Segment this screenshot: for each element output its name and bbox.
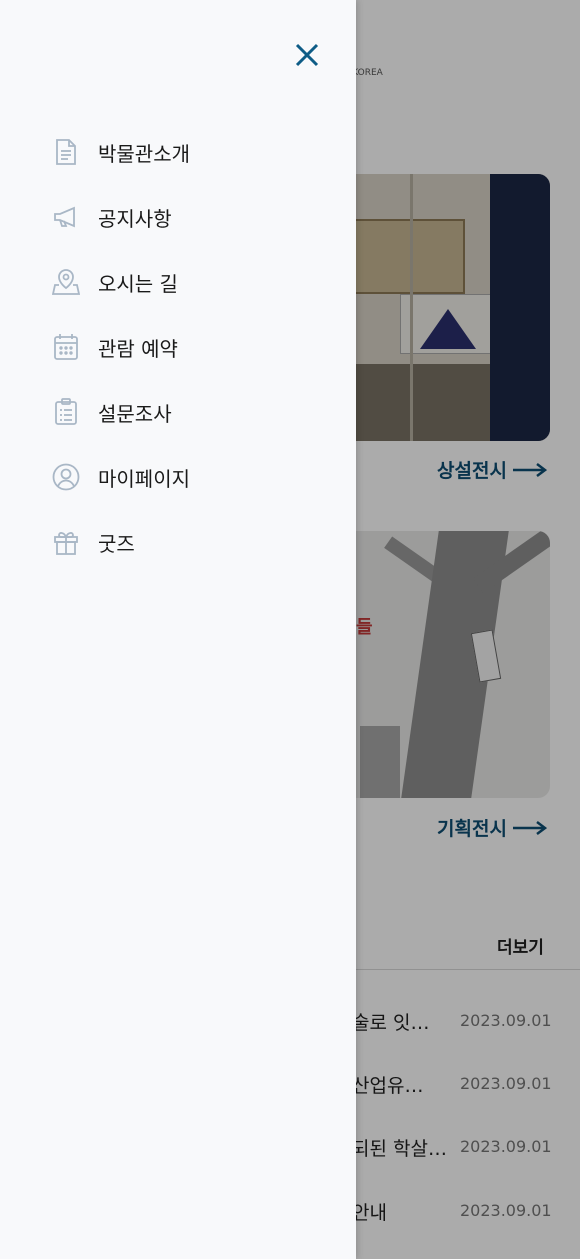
- menu-item-directions[interactable]: 오시는 길: [50, 260, 330, 304]
- menu-item-label: 굿즈: [98, 531, 135, 556]
- clipboard-icon: [50, 396, 82, 428]
- menu-item-notices[interactable]: 공지사항: [50, 195, 330, 239]
- document-icon: [50, 136, 82, 168]
- gift-icon: [50, 526, 82, 558]
- menu-item-mypage[interactable]: 마이페이지: [50, 455, 330, 499]
- menu-item-label: 박물관소개: [98, 141, 190, 166]
- menu-item-label: 관람 예약: [98, 336, 178, 361]
- menu-item-label: 오시는 길: [98, 271, 178, 296]
- megaphone-icon: [50, 201, 82, 233]
- menu-item-label: 공지사항: [98, 206, 172, 231]
- menu-item-goods[interactable]: 굿즈: [50, 520, 330, 564]
- map-pin-icon: [50, 266, 82, 298]
- menu-item-label: 설문조사: [98, 401, 172, 426]
- user-icon: [50, 461, 82, 493]
- navigation-drawer: 박물관소개 공지사항 오시는 길 관람 예약 설문조사 마이페이지 굿즈: [0, 0, 356, 1259]
- menu-item-museum-intro[interactable]: 박물관소개: [50, 130, 330, 174]
- menu-item-survey[interactable]: 설문조사: [50, 390, 330, 434]
- calendar-icon: [50, 331, 82, 363]
- close-button[interactable]: [289, 38, 325, 74]
- menu-item-label: 마이페이지: [98, 466, 190, 491]
- menu-item-reservation[interactable]: 관람 예약: [50, 325, 330, 369]
- close-icon: [295, 43, 319, 67]
